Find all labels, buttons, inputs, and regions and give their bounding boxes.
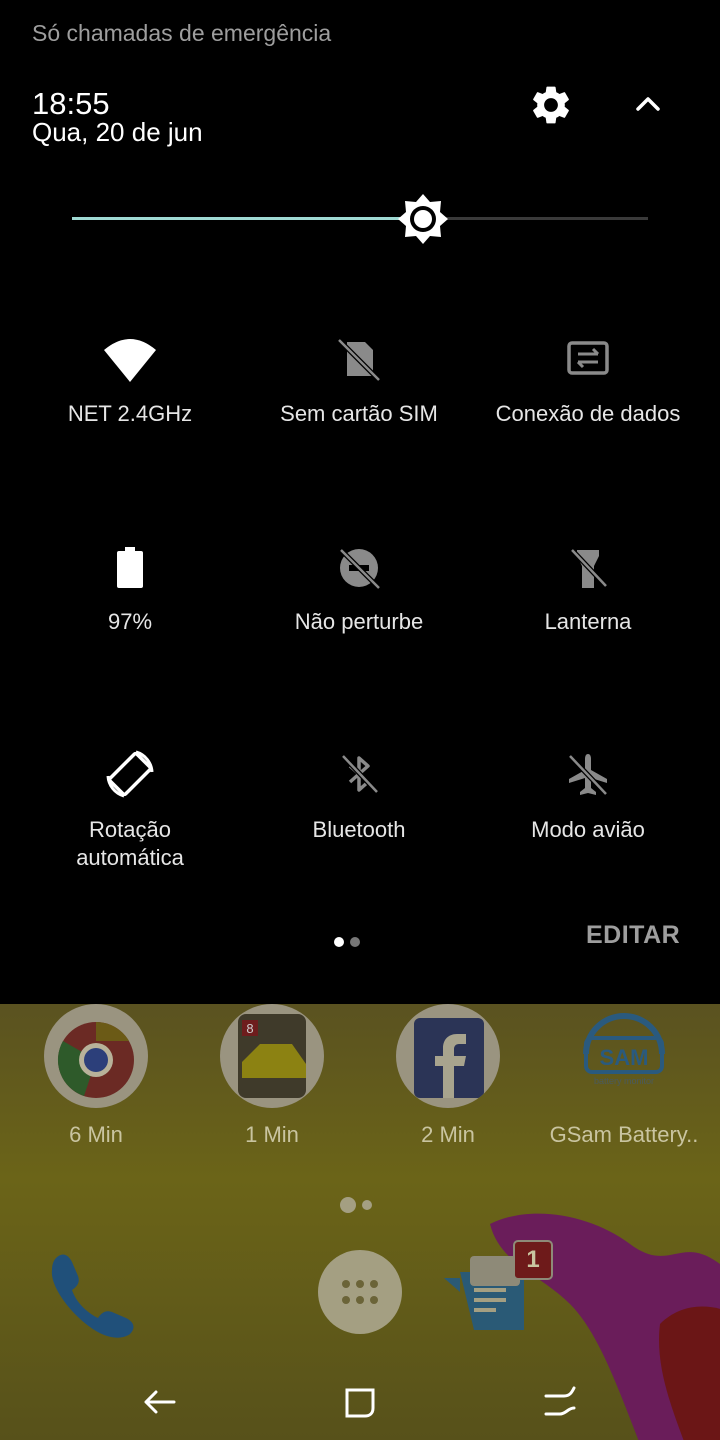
tile-label: Rotação automática: [15, 816, 245, 872]
carrier-status-text: Só chamadas de emergência: [32, 20, 332, 46]
tile-label: NET 2.4GHz: [67, 401, 193, 426]
tile-label: Bluetooth: [312, 817, 406, 842]
app-drawer-icon: [318, 1250, 402, 1334]
airplane-icon: [568, 754, 608, 796]
app-label: 1 Min: [245, 1122, 299, 1147]
settings-gear-icon[interactable]: [528, 82, 574, 128]
wifi-icon: [104, 339, 156, 382]
tile-label-line1: Rotação: [89, 817, 171, 842]
app-asphalt-8[interactable]: 8 1 Min: [184, 1004, 360, 1148]
recents-icon[interactable]: [341, 1384, 379, 1422]
no-sim-icon: [337, 338, 381, 382]
app-label: GSam Battery..: [549, 1122, 699, 1147]
svg-text:8: 8: [246, 1021, 253, 1036]
tile-flashlight[interactable]: Lanterna: [473, 538, 703, 636]
tile-label: Não perturbe: [294, 609, 424, 634]
tile-label-line2: automática: [76, 845, 184, 870]
battery-icon: [117, 547, 143, 588]
brightness-slider[interactable]: [72, 193, 648, 245]
dock-messages[interactable]: 1: [440, 1236, 556, 1345]
chrome-icon: [44, 1004, 148, 1108]
data-connection-icon: [567, 341, 609, 375]
home-page-dot-active: [340, 1196, 356, 1213]
tile-label: Modo avião: [531, 817, 645, 842]
brightness-track-fill: [72, 217, 424, 220]
page-dot: [350, 937, 360, 947]
app-chrome[interactable]: 6 Min: [8, 1004, 184, 1148]
home-page-dot: [362, 1199, 372, 1210]
app-label: 2 Min: [421, 1122, 475, 1147]
page-indicator: [334, 934, 366, 952]
messages-badge: 1: [513, 1240, 553, 1280]
tile-label: Sem cartão SIM: [280, 401, 438, 426]
app-facebook[interactable]: 2 Min: [360, 1004, 536, 1148]
tile-label: 97%: [107, 609, 153, 634]
home-page-indicator: [340, 1196, 378, 1214]
page-dot-active: [334, 937, 344, 947]
collapse-chevron-up-icon[interactable]: [626, 84, 670, 124]
home-icon[interactable]: [540, 1384, 580, 1420]
app-gsam-battery[interactable]: SAM battery monitor GSam Battery..: [536, 1004, 712, 1148]
flashlight-icon: [570, 548, 608, 588]
facebook-icon: [396, 1004, 500, 1108]
tile-auto-rotate[interactable]: Rotação automática: [15, 746, 245, 872]
brightness-sun-icon[interactable]: [397, 193, 449, 245]
phone-icon: [51, 1254, 134, 1338]
tile-label: Lanterna: [544, 609, 632, 634]
edit-button[interactable]: EDITAR: [586, 921, 680, 950]
gsam-logo-subtext: battery monitor: [594, 1076, 654, 1086]
tile-airplane-mode[interactable]: Modo avião: [473, 746, 703, 844]
tile-sim[interactable]: Sem cartão SIM: [244, 330, 474, 428]
bluetooth-icon: [341, 754, 379, 794]
tile-battery[interactable]: 97%: [15, 538, 245, 636]
tile-bluetooth[interactable]: Bluetooth: [244, 746, 474, 844]
tile-data-connection[interactable]: Conexão de dados: [473, 330, 703, 428]
date-text[interactable]: Qua, 20 de jun: [32, 117, 203, 148]
app-label: 6 Min: [69, 1122, 123, 1147]
notification-shade: Só chamadas de emergência 18:55 Qua, 20 …: [0, 0, 720, 1004]
gsam-battery-icon: SAM battery monitor: [572, 1004, 676, 1108]
asphalt-8-icon: 8: [220, 1004, 324, 1108]
navigation-bar: [0, 1364, 720, 1440]
do-not-disturb-icon: [339, 548, 381, 590]
back-icon[interactable]: [140, 1384, 180, 1420]
tile-wifi[interactable]: NET 2.4GHz: [15, 330, 245, 428]
auto-rotate-icon: [106, 750, 154, 798]
dock-app-drawer[interactable]: [318, 1250, 402, 1339]
gsam-logo-text: SAM: [600, 1045, 649, 1070]
tile-label: Conexão de dados: [495, 401, 681, 426]
tile-do-not-disturb[interactable]: Não perturbe: [244, 538, 474, 636]
dock-phone[interactable]: [44, 1248, 140, 1345]
